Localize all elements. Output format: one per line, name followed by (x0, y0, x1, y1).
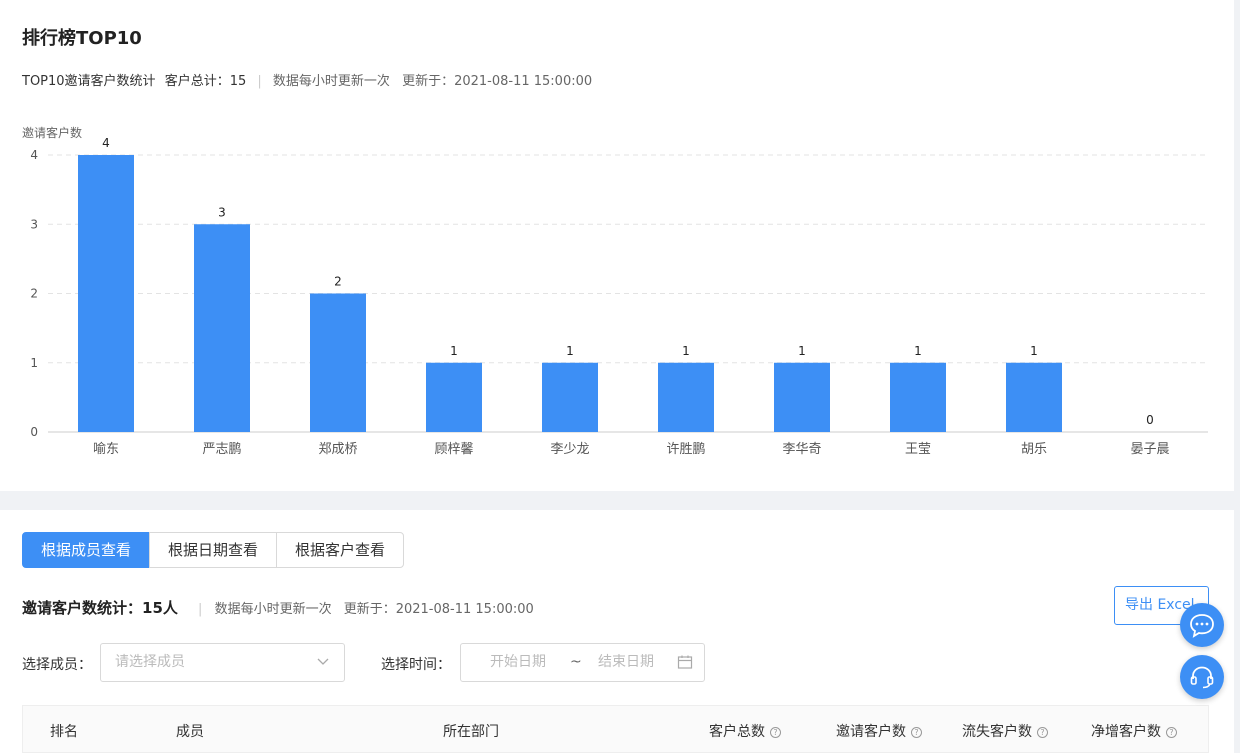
data-label: 1 (798, 344, 806, 358)
col-invited-customers-label: 邀请客户数 (836, 724, 906, 740)
x-tick-label: 王莹 (905, 442, 931, 457)
x-tick-label: 顾梓馨 (434, 441, 473, 457)
data-label: 3 (218, 205, 226, 219)
y-tick-label: 1 (30, 356, 38, 370)
data-label: 0 (1146, 413, 1154, 427)
question-circle-icon[interactable]: ? (1166, 726, 1177, 738)
bar (542, 362, 598, 432)
range-separator: ~ (570, 654, 582, 670)
question-circle-icon[interactable]: ? (911, 726, 922, 738)
data-label: 2 (334, 275, 342, 289)
headset-icon (1190, 666, 1214, 689)
tab-by-member[interactable]: 根据成员查看 (22, 532, 151, 568)
member-filter-label: 选择成员： (22, 657, 92, 673)
col-net-customers[interactable]: 净增客户数? (1091, 721, 1177, 741)
chat-button[interactable] (1180, 603, 1224, 647)
divider: | (198, 602, 203, 617)
chat-bubble-icon (1190, 614, 1214, 638)
col-invited-customers[interactable]: 邀请客户数? (836, 721, 922, 741)
member-select[interactable]: 请选择成员 (100, 643, 345, 682)
y-tick-label: 3 (30, 217, 38, 231)
x-tick-label: 许胜鹏 (666, 442, 705, 457)
x-tick-label: 喻东 (93, 442, 119, 457)
bar (890, 362, 946, 432)
x-tick-label: 李少龙 (550, 442, 589, 457)
bar (310, 293, 366, 432)
col-member: 成员 (176, 724, 204, 740)
start-date-input[interactable]: 开始日期 (490, 644, 546, 681)
bar (426, 362, 482, 432)
question-circle-icon[interactable]: ? (1037, 726, 1048, 738)
bar (658, 362, 714, 432)
data-label: 1 (682, 344, 690, 358)
bar (78, 155, 134, 432)
end-date-input[interactable]: 结束日期 (598, 644, 654, 681)
bar (1006, 362, 1062, 432)
data-label: 1 (914, 344, 922, 358)
question-circle-icon[interactable]: ? (770, 726, 781, 738)
date-range-picker[interactable]: 开始日期 ~ 结束日期 (460, 643, 705, 682)
time-filter-label: 选择时间： (381, 657, 451, 673)
data-label: 1 (566, 344, 574, 358)
data-label: 4 (102, 136, 110, 150)
x-tick-label: 严志鹏 (202, 442, 241, 457)
x-tick-label: 李华奇 (782, 441, 821, 457)
y-tick-label: 0 (30, 425, 38, 439)
stats-label: 邀请客户数统计： (22, 599, 143, 617)
tab-by-customer[interactable]: 根据客户查看 (276, 532, 405, 568)
customer-service-button[interactable] (1180, 655, 1224, 699)
col-lost-customers[interactable]: 流失客户数? (962, 721, 1048, 741)
stats-line: 邀请客户数统计：15人 | 数据每小时更新一次 更新于：2021-08-11 1… (22, 597, 534, 618)
col-lost-customers-label: 流失客户数 (962, 724, 1032, 740)
x-tick-label: 晏子晨 (1130, 442, 1169, 457)
member-select-placeholder: 请选择成员 (115, 654, 185, 670)
y-tick-label: 4 (30, 148, 38, 162)
col-rank: 排名 (50, 724, 78, 740)
bar (774, 362, 830, 432)
col-total-customers[interactable]: 客户总数? (709, 721, 781, 741)
tab-by-date[interactable]: 根据日期查看 (149, 532, 278, 568)
stats-update-note: 数据每小时更新一次 (214, 602, 332, 617)
bar (194, 224, 250, 432)
data-label: 1 (450, 344, 458, 358)
col-department: 所在部门 (443, 724, 499, 740)
view-tabs: 根据成员查看 根据日期查看 根据客户查看 (22, 532, 405, 568)
x-tick-label: 胡乐 (1021, 442, 1047, 457)
x-tick-label: 郑成桥 (318, 442, 357, 457)
chevron-down-icon (316, 644, 330, 696)
ranking-card: 排行榜TOP10 TOP10邀请客户数统计 客户总计：15 | 数据每小时更新一… (0, 0, 1234, 491)
stats-count: 15人 (142, 599, 178, 617)
calendar-icon (677, 644, 693, 696)
col-net-customers-label: 净增客户数 (1091, 724, 1161, 740)
bar-chart: 0 1 2 3 4 4 喻东 3 严志鹏 2 郑成桥 1 顾梓馨 1 李少龙 1 许胜鹏 1 李华奇 1 王莹 1 胡乐 0 晏… (30, 136, 1208, 457)
table-header: 排名 成员 所在部门 客户总数? 邀请客户数? 流失客户数? 净增客户数? (22, 705, 1209, 753)
detail-card: 根据成员查看 根据日期查看 根据客户查看 邀请客户数统计：15人 | 数据每小时… (0, 510, 1234, 753)
data-label: 1 (1030, 344, 1038, 358)
stats-updated-at: 更新于：2021-08-11 15:00:00 (343, 602, 534, 617)
col-total-customers-label: 客户总数 (709, 724, 765, 740)
y-tick-label: 2 (30, 287, 38, 301)
